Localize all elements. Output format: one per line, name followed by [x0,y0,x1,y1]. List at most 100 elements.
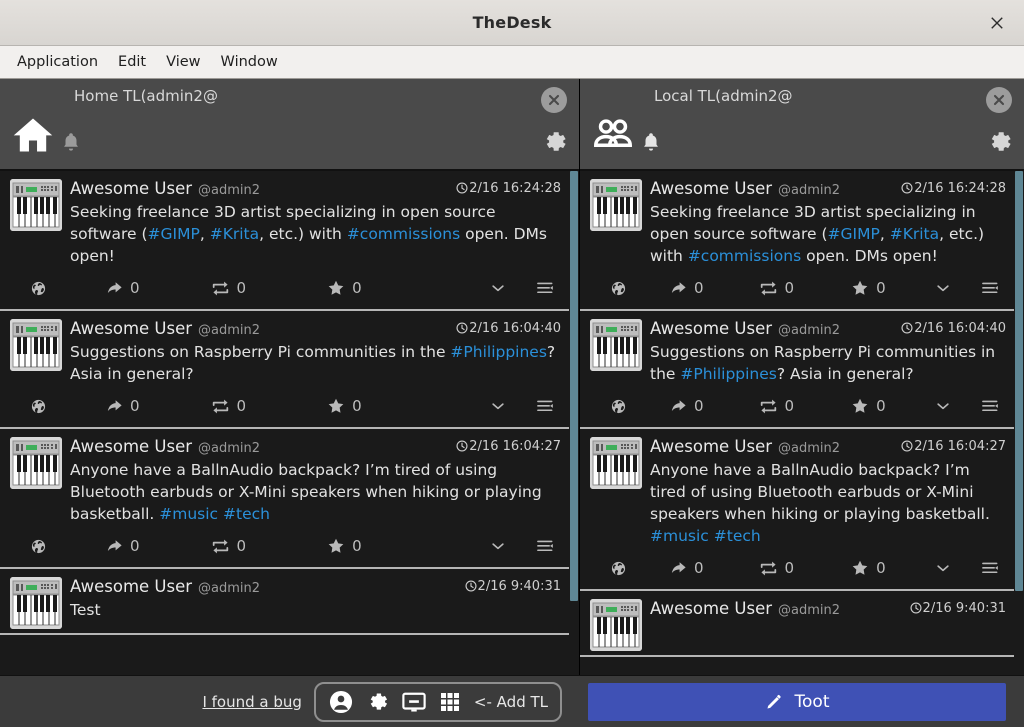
post-item[interactable]: Awesome User @admin2 2/16 16:04:27 Anyone h… [0,429,571,569]
column-close-button-home[interactable] [541,87,567,113]
post-visibility-button[interactable] [610,398,627,415]
post-detail-button[interactable] [535,278,555,298]
column-close-button-local[interactable] [986,87,1012,113]
post-header: Awesome User @admin2 2/16 9:40:31 [70,577,561,596]
post-visibility-button[interactable] [30,538,47,555]
column-settings-button-local[interactable] [984,127,1014,157]
hashtag-link[interactable]: #tech [223,505,270,523]
post-more-button[interactable] [934,397,952,415]
hashtag-link[interactable]: #Philippines [680,365,777,383]
post-favourite-button[interactable]: 0 [850,396,886,416]
post-main: Awesome User @admin2 2/16 16:24:28 Seeking … [590,179,1006,267]
post-visibility-button[interactable] [30,280,47,297]
post-visibility-button[interactable] [30,398,47,415]
post-header: Awesome User @admin2 2/16 16:04:27 [650,437,1006,456]
post-item[interactable]: Awesome User @admin2 2/16 16:04:40 Suggesti… [0,311,571,429]
hashtag-link[interactable]: #Philippines [450,343,547,361]
scrollbar-home[interactable] [569,171,579,675]
scrollbar-thumb-local[interactable] [1015,171,1023,591]
post-detail-button[interactable] [980,278,1000,298]
post-reply-button[interactable]: 0 [105,397,140,416]
column-title-local: Local TL(admin2@ [654,87,793,105]
post-item[interactable]: Awesome User @admin2 2/16 9:40:31 Test [0,569,571,635]
post-favourite-button[interactable]: 0 [326,396,362,416]
avatar[interactable] [10,577,62,629]
report-bug-link[interactable]: I found a bug [202,693,301,711]
post-favourite-button[interactable]: 0 [326,278,362,298]
post-visibility-button[interactable] [610,560,627,577]
hashtag-link[interactable]: #commissions [688,247,801,265]
avatar[interactable] [590,179,642,231]
post-item[interactable]: Awesome User @admin2 2/16 16:04:27 Anyone h… [580,429,1016,591]
favourite-count: 0 [876,397,886,415]
hashtag-link[interactable]: #GIMP [148,225,200,243]
column-header-home: Home TL(admin2@ [0,79,579,171]
post-item[interactable]: Awesome User @admin2 2/16 16:24:28 Seeking … [0,171,571,311]
avatar[interactable] [590,319,642,371]
avatar[interactable] [10,179,62,231]
chevron-down-icon [492,285,504,292]
post-item[interactable]: Awesome User @admin2 2/16 16:24:28 Seeking … [580,171,1016,311]
post-more-button[interactable] [489,397,507,415]
post-visibility-button[interactable] [610,280,627,297]
post-main: Awesome User @admin2 2/16 9:40:31 Test [10,577,561,629]
menu-view[interactable]: View [157,51,209,73]
post-detail-button[interactable] [535,396,555,416]
post-handle: @admin2 [198,183,261,198]
menu-window[interactable]: Window [212,51,287,73]
apps-button[interactable] [438,690,462,714]
window-close-button[interactable] [984,10,1010,36]
post-detail-button[interactable] [980,396,1000,416]
post-item[interactable]: Awesome User @admin2 2/16 9:40:31 [580,591,1016,657]
post-favourite-button[interactable]: 0 [850,278,886,298]
display-button[interactable] [400,689,428,715]
post-detail-button[interactable] [535,536,555,556]
post-detail-button[interactable] [980,558,1000,578]
hashtag-link[interactable]: #commissions [347,225,460,243]
post-boost-button[interactable]: 0 [210,278,246,299]
post-item[interactable]: Awesome User @admin2 2/16 16:04:40 Suggesti… [580,311,1016,429]
settings-button[interactable] [364,689,390,715]
notification-bell-icon[interactable] [60,129,82,155]
post-display-name: Awesome User [650,319,773,338]
hashtag-link[interactable]: #music [159,505,218,523]
scrollbar-thumb-home[interactable] [570,171,578,601]
post-favourite-button[interactable]: 0 [850,558,886,578]
column-settings-button-home[interactable] [539,127,569,157]
toot-button[interactable]: Toot [588,682,1006,721]
hashtag-link[interactable]: #Krita [210,225,259,243]
post-more-button[interactable] [489,279,507,297]
post-more-button[interactable] [934,559,952,577]
post-more-button[interactable] [934,279,952,297]
avatar[interactable] [590,599,642,651]
timeline-home[interactable]: Awesome User @admin2 2/16 16:24:28 Seeking … [0,171,579,675]
scrollbar-local[interactable] [1014,171,1024,675]
avatar[interactable] [10,319,62,371]
post-reply-button[interactable]: 0 [105,537,140,556]
hashtag-link[interactable]: #Krita [890,225,939,243]
post-reply-button[interactable]: 0 [669,397,704,416]
hashtag-link[interactable]: #music [650,527,709,545]
hashtag-link[interactable]: #tech [714,527,761,545]
post-boost-button[interactable]: 0 [758,278,794,299]
menu-edit[interactable]: Edit [109,51,155,73]
post-reply-button[interactable]: 0 [669,559,704,578]
menu-application[interactable]: Application [8,51,107,73]
avatar[interactable] [10,437,62,489]
account-button[interactable] [328,689,354,715]
post-more-button[interactable] [489,537,507,555]
timeline-local[interactable]: Awesome User @admin2 2/16 16:24:28 Seeking … [580,171,1024,675]
post-boost-button[interactable]: 0 [210,536,246,557]
avatar[interactable] [590,437,642,489]
account-circle-icon [329,690,352,713]
post-boost-button[interactable]: 0 [210,396,246,417]
post-reply-button[interactable]: 0 [105,279,140,298]
column-title-home: Home TL(admin2@ [74,87,218,105]
hashtag-link[interactable]: #GIMP [828,225,880,243]
post-favourite-button[interactable]: 0 [326,536,362,556]
post-boost-button[interactable]: 0 [758,396,794,417]
post-boost-button[interactable]: 0 [758,558,794,579]
notification-bell-icon[interactable] [640,129,662,155]
reply-icon [107,399,122,411]
post-reply-button[interactable]: 0 [669,279,704,298]
